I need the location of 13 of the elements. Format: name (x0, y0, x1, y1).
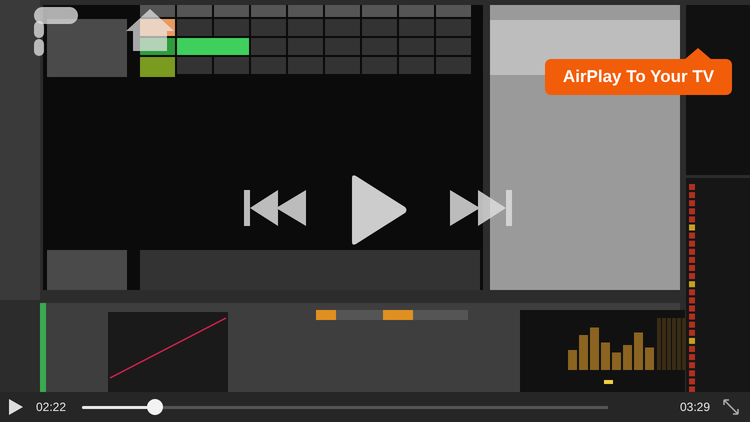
duration-time: 03:29 (680, 400, 710, 414)
fullscreen-icon[interactable] (722, 398, 740, 416)
home-icon[interactable] (124, 7, 176, 53)
clip (177, 38, 249, 55)
fast-forward-icon[interactable] (450, 190, 512, 226)
overlay-pill[interactable] (34, 21, 44, 38)
overlay-pill[interactable] (34, 39, 44, 56)
elapsed-time: 02:22 (36, 400, 66, 414)
clip (140, 57, 175, 77)
rewind-icon[interactable] (244, 190, 306, 226)
play-button[interactable] (6, 398, 24, 416)
progress-thumb[interactable] (146, 399, 163, 415)
overlay-pill[interactable] (34, 7, 78, 24)
